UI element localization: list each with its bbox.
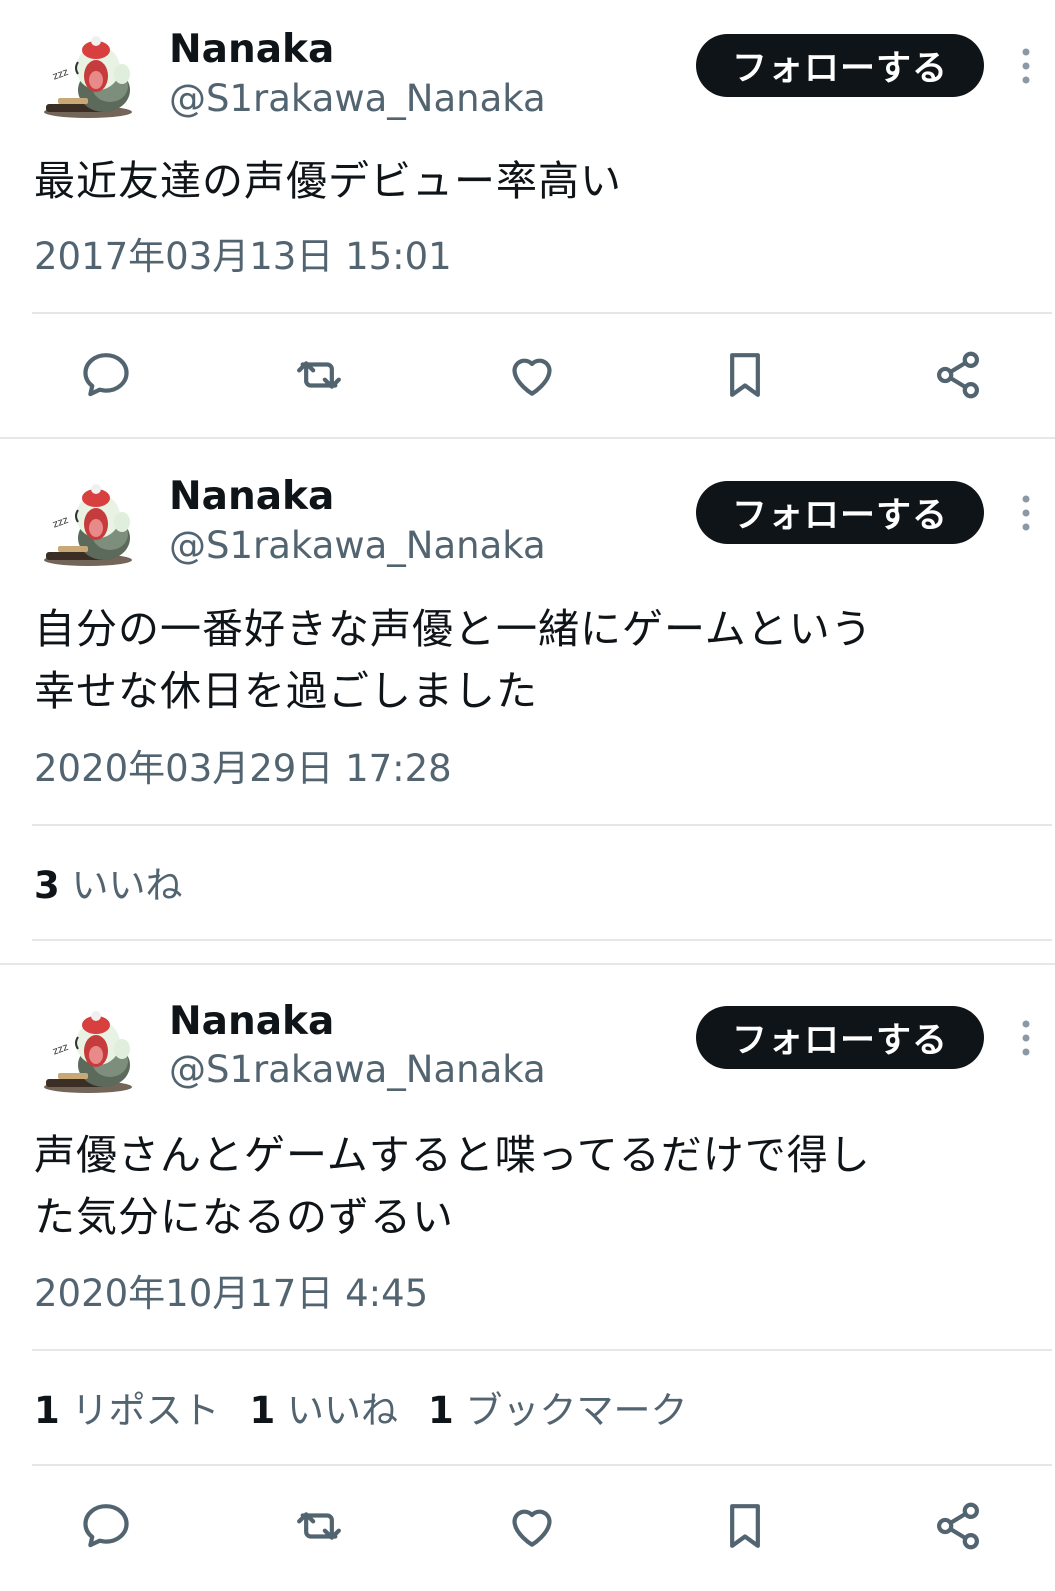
- heart-icon[interactable]: [504, 1498, 560, 1554]
- share-icon[interactable]: [930, 347, 986, 403]
- divider: [32, 312, 1052, 314]
- tweet-3: Nanaka @S1rakawa_Nanaka フォローする 声優さんとゲームす…: [0, 973, 1055, 1591]
- action-bar: [0, 1498, 1055, 1558]
- likes-stat[interactable]: 3 いいね: [34, 867, 183, 904]
- avatar[interactable]: [38, 1003, 138, 1095]
- tweet-text: 自分の一番好きな声優と一緒にゲームという 幸せな休日を過ごしました: [34, 598, 1034, 722]
- likes-count: 3: [34, 864, 60, 907]
- heart-icon[interactable]: [504, 347, 560, 403]
- bookmarks-stat[interactable]: 1 ブックマーク: [428, 1392, 688, 1429]
- timestamp[interactable]: 2017年03月13日 15:01: [34, 238, 452, 275]
- user-handle[interactable]: @S1rakawa_Nanaka: [169, 527, 546, 564]
- user-handle[interactable]: @S1rakawa_Nanaka: [169, 1051, 546, 1088]
- bookmarks-label: ブックマーク: [465, 1389, 688, 1432]
- retweet-icon[interactable]: [291, 1498, 347, 1554]
- bookmark-icon[interactable]: [717, 1498, 773, 1554]
- tweet-2: Nanaka @S1rakawa_Nanaka フォローする 自分の一番好きな声…: [0, 448, 1055, 963]
- action-bar: [0, 347, 1055, 407]
- avatar[interactable]: [38, 28, 138, 120]
- display-name[interactable]: Nanaka: [169, 30, 334, 69]
- follow-button[interactable]: フォローする: [696, 34, 984, 97]
- tweet-text: 最近友達の声優デビュー率高い: [34, 157, 622, 205]
- more-icon[interactable]: [1016, 46, 1036, 86]
- likes-stat[interactable]: 1 いいね: [250, 1392, 399, 1429]
- more-icon[interactable]: [1016, 493, 1036, 533]
- tweet-separator: [0, 963, 1055, 965]
- bookmarks-count: 1: [428, 1389, 454, 1432]
- timestamp[interactable]: 2020年10月17日 4:45: [34, 1275, 428, 1312]
- engagement-stats: 3 いいね: [34, 867, 213, 904]
- bookmark-icon[interactable]: [717, 347, 773, 403]
- tweet-text-line: 自分の一番好きな声優と一緒にゲームという: [34, 605, 873, 653]
- more-icon[interactable]: [1016, 1018, 1036, 1058]
- divider: [32, 1349, 1052, 1351]
- retweet-icon[interactable]: [291, 347, 347, 403]
- tweet-separator: [0, 437, 1055, 439]
- divider: [32, 824, 1052, 826]
- reply-icon[interactable]: [78, 1498, 134, 1554]
- reposts-label: リポスト: [71, 1389, 220, 1432]
- divider: [32, 1464, 1052, 1466]
- reposts-stat[interactable]: 1 リポスト: [34, 1392, 220, 1429]
- tweet-text-line: た気分になるのずるい: [34, 1193, 454, 1241]
- display-name[interactable]: Nanaka: [169, 477, 334, 516]
- reply-icon[interactable]: [78, 347, 134, 403]
- tweet-1: Nanaka @S1rakawa_Nanaka フォローする 最近友達の声優デビ…: [0, 0, 1055, 438]
- display-name[interactable]: Nanaka: [169, 1002, 334, 1041]
- likes-label: いいね: [71, 864, 183, 907]
- tweet-text: 声優さんとゲームすると喋ってるだけで得し た気分になるのずるい: [34, 1124, 1034, 1248]
- follow-button[interactable]: フォローする: [696, 1006, 984, 1069]
- share-icon[interactable]: [930, 1498, 986, 1554]
- follow-button[interactable]: フォローする: [696, 481, 984, 544]
- user-handle[interactable]: @S1rakawa_Nanaka: [169, 80, 546, 117]
- tweet-text-line: 声優さんとゲームすると喋ってるだけで得し: [34, 1131, 871, 1179]
- tweet-text-line: 幸せな休日を過ごしました: [34, 667, 538, 715]
- divider: [32, 939, 1052, 941]
- timestamp[interactable]: 2020年03月29日 17:28: [34, 750, 452, 787]
- likes-label: いいね: [287, 1389, 399, 1432]
- likes-count: 1: [249, 1389, 276, 1432]
- engagement-stats: 1 リポスト 1 いいね 1 ブックマーク: [34, 1392, 718, 1429]
- avatar[interactable]: [38, 476, 138, 568]
- reposts-count: 1: [34, 1389, 60, 1432]
